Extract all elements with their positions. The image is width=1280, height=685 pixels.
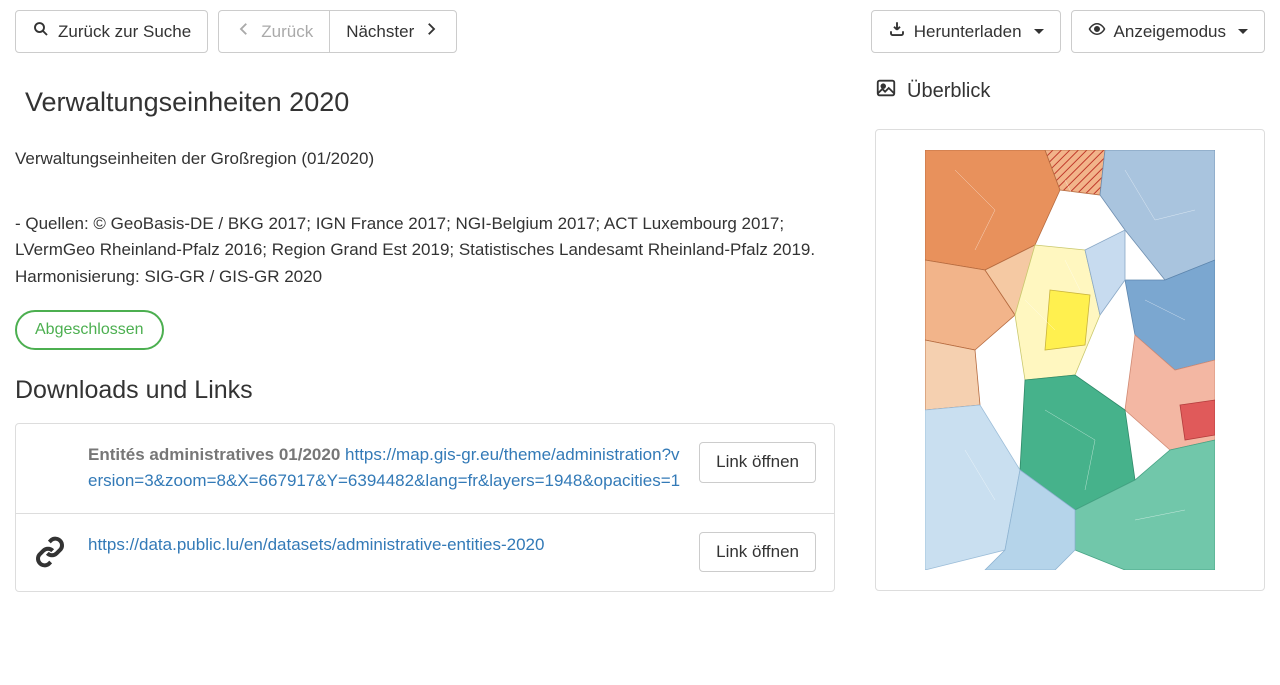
image-icon	[875, 77, 897, 105]
back-to-search-label: Zurück zur Suche	[58, 22, 191, 42]
display-mode-label: Anzeigemodus	[1114, 22, 1226, 42]
next-label: Nächster	[346, 22, 414, 42]
link-url[interactable]: https://data.public.lu/en/datasets/admin…	[88, 535, 544, 554]
link-list: Entités administratives 01/2020 https://…	[15, 423, 835, 592]
overview-heading-label: Überblick	[907, 80, 990, 103]
description-line-2: - Quellen: © GeoBasis-DE / BKG 2017; IGN…	[15, 211, 835, 290]
toolbar-left: Zurück zur Suche Zurück Nächster	[15, 10, 457, 53]
eye-icon	[1088, 20, 1106, 43]
link-item: Entités administratives 01/2020 https://…	[16, 424, 834, 514]
open-link-button[interactable]: Link öffnen	[699, 532, 816, 572]
caret-down-icon	[1238, 29, 1248, 34]
prev-label: Zurück	[261, 22, 313, 42]
caret-down-icon	[1034, 29, 1044, 34]
chevron-left-icon	[235, 20, 253, 43]
pager-group: Zurück Nächster	[218, 10, 457, 53]
content: Verwaltungseinheiten 2020 Verwaltungsein…	[15, 77, 1265, 591]
downloads-heading: Downloads und Links	[15, 376, 835, 405]
thumbnail-frame	[875, 129, 1265, 591]
toolbar-right: Herunterladen Anzeigemodus	[871, 10, 1265, 53]
status-badge: Abgeschlossen	[15, 310, 164, 350]
link-body: https://data.public.lu/en/datasets/admin…	[88, 532, 685, 558]
side-column: Überblick	[875, 77, 1265, 591]
description-line-1: Verwaltungseinheiten der Großregion (01/…	[15, 146, 835, 172]
link-item-icon-empty	[34, 442, 74, 446]
overview-heading: Überblick	[875, 77, 1265, 105]
link-body: Entités administratives 01/2020 https://…	[88, 442, 685, 495]
link-item: https://data.public.lu/en/datasets/admin…	[16, 514, 834, 591]
back-to-search-button[interactable]: Zurück zur Suche	[15, 10, 208, 53]
download-icon	[888, 20, 906, 43]
chevron-right-icon	[422, 20, 440, 43]
page-title: Verwaltungseinheiten 2020	[25, 87, 835, 118]
open-link-button[interactable]: Link öffnen	[699, 442, 816, 482]
link-label: Entités administratives 01/2020	[88, 445, 340, 464]
chain-icon	[34, 532, 74, 573]
download-label: Herunterladen	[914, 22, 1022, 42]
next-button[interactable]: Nächster	[329, 10, 457, 53]
main-column: Verwaltungseinheiten 2020 Verwaltungsein…	[15, 77, 835, 591]
download-button[interactable]: Herunterladen	[871, 10, 1061, 53]
map-thumbnail[interactable]	[925, 150, 1215, 570]
prev-button: Zurück	[218, 10, 330, 53]
toolbar: Zurück zur Suche Zurück Nächster Herunte…	[15, 10, 1265, 53]
search-icon	[32, 20, 50, 43]
description: Verwaltungseinheiten der Großregion (01/…	[15, 146, 835, 290]
display-mode-button[interactable]: Anzeigemodus	[1071, 10, 1265, 53]
